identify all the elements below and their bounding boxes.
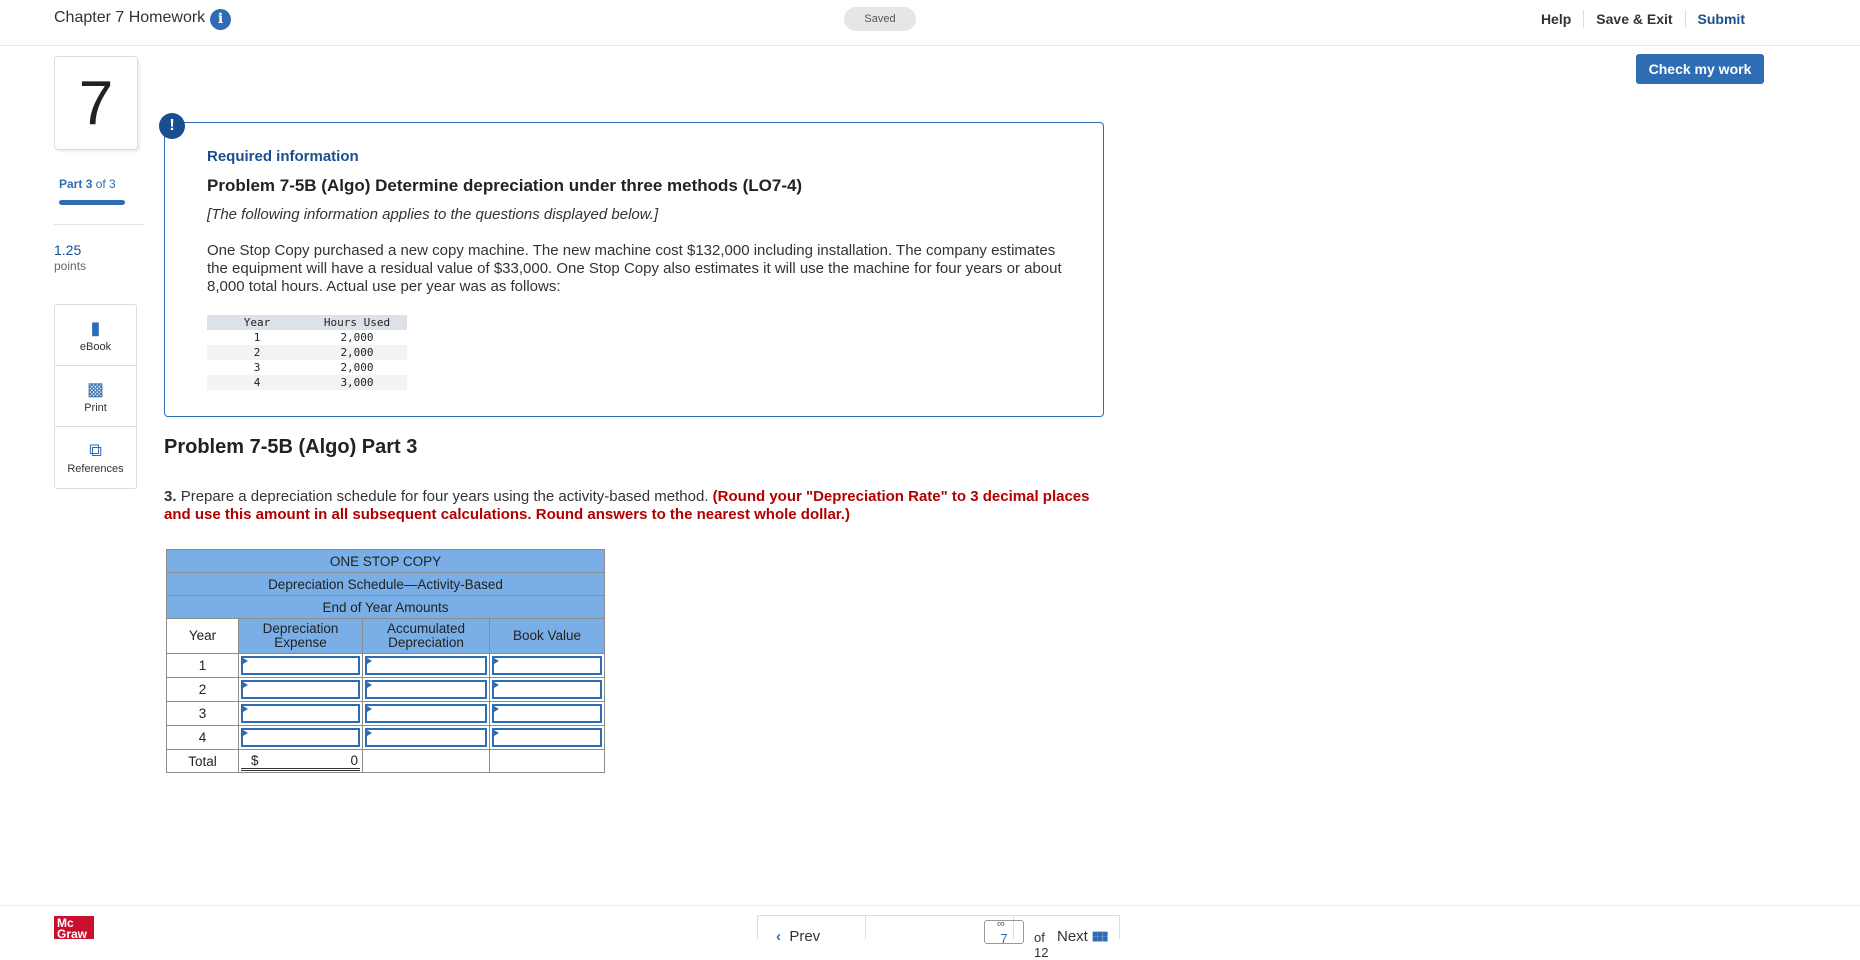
book-value-input[interactable] bbox=[489, 701, 605, 726]
page-total: of 12 bbox=[1034, 930, 1049, 960]
points-value: 1.25 bbox=[54, 242, 82, 258]
hours-used-table: Year Hours Used 1 2,000 2 2,000 3 2,000 … bbox=[207, 315, 407, 390]
references-button[interactable]: ⧉ References bbox=[55, 427, 136, 488]
depreciation-expense-input[interactable] bbox=[238, 653, 363, 678]
top-bar: Chapter 7 Homework i Saved Help Save & E… bbox=[0, 0, 1860, 46]
table-row: 3 2,000 bbox=[207, 360, 407, 375]
table-row: 3 bbox=[166, 701, 605, 726]
copy-icon: ⧉ bbox=[89, 440, 102, 460]
accumulated-depreciation-input[interactable] bbox=[362, 677, 490, 702]
chevron-left-icon: ‹ bbox=[776, 928, 781, 945]
save-exit-link[interactable]: Save & Exit bbox=[1584, 11, 1684, 27]
empty-cell bbox=[489, 749, 605, 773]
table-row: 2 bbox=[166, 677, 605, 702]
problem-title: Problem 7-5B (Algo) Determine depreciati… bbox=[207, 176, 803, 195]
page-selector: ∞ 7 of 12 ■■■ ■■■ bbox=[865, 916, 1108, 960]
instruction-number: 3. bbox=[164, 488, 177, 505]
references-label: References bbox=[67, 463, 124, 475]
part-title: Problem 7-5B (Algo) Part 3 bbox=[164, 436, 418, 458]
schedule-period: End of Year Amounts bbox=[166, 595, 605, 619]
instructions: 3. Prepare a depreciation schedule for f… bbox=[164, 488, 1094, 524]
table-row: 1 2,000 bbox=[207, 330, 407, 345]
col-header-accumulated-depreciation: Accumulated Depreciation bbox=[362, 618, 490, 654]
assignment-title: Chapter 7 Homework bbox=[54, 9, 206, 26]
part-total: of 3 bbox=[95, 177, 116, 191]
check-my-work-button[interactable]: Check my work bbox=[1636, 54, 1764, 84]
submit-link[interactable]: Submit bbox=[1686, 11, 1757, 27]
alert-icon: ! bbox=[159, 113, 185, 139]
hours-value: 2,000 bbox=[307, 345, 407, 360]
printer-icon: ▩ bbox=[86, 379, 104, 399]
table-row: 4 bbox=[166, 725, 605, 750]
col-header-depreciation-expense: Depreciation Expense bbox=[238, 618, 363, 654]
divider bbox=[54, 224, 144, 225]
hours-year: 3 bbox=[253, 361, 261, 374]
question-navigation: ‹ Prev ∞ 7 of 12 ■■■ ■■■ Next › bbox=[757, 915, 1120, 960]
table-row: 4 3,000 bbox=[207, 375, 407, 390]
prev-button[interactable]: ‹ Prev bbox=[758, 916, 865, 945]
depreciation-expense-input[interactable] bbox=[238, 701, 363, 726]
col-header-year: Year bbox=[166, 618, 239, 654]
depreciation-schedule-table: ONE STOP COPY Depreciation Schedule—Acti… bbox=[166, 549, 605, 773]
prev-label: Prev bbox=[789, 928, 821, 945]
print-button[interactable]: ▩ Print bbox=[55, 366, 136, 427]
part-current: 3 bbox=[85, 177, 93, 191]
part-prefix: Part bbox=[59, 177, 83, 191]
total-currency: $ bbox=[251, 753, 259, 768]
year-cell: 2 bbox=[166, 677, 239, 702]
hours-header-hours: Hours Used bbox=[307, 315, 407, 330]
year-cell: 3 bbox=[166, 701, 239, 726]
part-progress-bar bbox=[59, 200, 125, 205]
tools-panel: ▮ eBook ▩ Print ⧉ References bbox=[54, 304, 137, 489]
table-row: 1 bbox=[166, 653, 605, 678]
book-value-input[interactable] bbox=[489, 653, 605, 678]
help-link[interactable]: Help bbox=[1529, 11, 1583, 27]
page-number-box[interactable]: ∞ 7 bbox=[984, 918, 1024, 946]
problem-note: [The following information applies to th… bbox=[207, 206, 659, 223]
logo-line-2: Graw bbox=[57, 927, 88, 939]
schedule-subtitle: Depreciation Schedule—Activity-Based bbox=[166, 572, 605, 596]
problem-description: One Stop Copy purchased a new copy machi… bbox=[207, 242, 1062, 295]
next-label: Next bbox=[1057, 928, 1088, 945]
print-label: Print bbox=[84, 402, 107, 414]
mcgraw-hill-logo: Mc Graw bbox=[54, 916, 94, 939]
table-row: Total $ 0 bbox=[166, 749, 605, 773]
top-links: Help Save & Exit Submit bbox=[1529, 10, 1757, 28]
year-cell: 4 bbox=[166, 725, 239, 750]
empty-cell bbox=[362, 749, 490, 773]
question-number: 7 bbox=[54, 56, 138, 150]
table-row: 2 2,000 bbox=[207, 345, 407, 360]
ebook-button[interactable]: ▮ eBook bbox=[55, 305, 136, 366]
book-value-input[interactable] bbox=[489, 725, 605, 750]
hours-year: 2 bbox=[207, 345, 307, 360]
total-label: Total bbox=[166, 749, 239, 773]
hours-value: 3,000 bbox=[307, 375, 407, 390]
year-cell: 1 bbox=[166, 653, 239, 678]
depreciation-expense-input[interactable] bbox=[238, 725, 363, 750]
hours-header-year: Year bbox=[207, 315, 307, 330]
saved-status-badge: Saved bbox=[844, 7, 916, 31]
schedule-company: ONE STOP COPY bbox=[166, 549, 605, 573]
ebook-label: eBook bbox=[79, 341, 112, 353]
accumulated-depreciation-input[interactable] bbox=[362, 725, 490, 750]
total-value: 0 bbox=[350, 753, 358, 768]
total-depreciation-cell: $ 0 bbox=[238, 749, 363, 773]
depreciation-expense-input[interactable] bbox=[238, 677, 363, 702]
col-header-book-value: Book Value bbox=[489, 618, 605, 654]
accumulated-depreciation-input[interactable] bbox=[362, 653, 490, 678]
grid-icon[interactable]: ■■■ ■■■ bbox=[1092, 930, 1110, 945]
points-label: points bbox=[54, 259, 87, 273]
link-icon: ∞ bbox=[997, 918, 1005, 930]
accumulated-depreciation-input[interactable] bbox=[362, 701, 490, 726]
info-icon[interactable]: i bbox=[210, 9, 231, 30]
part-indicator: Part 3 of 3 bbox=[59, 177, 116, 191]
instruction-text: Prepare a depreciation schedule for four… bbox=[180, 488, 709, 505]
book-icon: ▮ bbox=[90, 318, 101, 338]
hours-year: 1 bbox=[253, 331, 261, 344]
hours-value: 2,000 bbox=[340, 331, 374, 344]
required-info-heading: Required information bbox=[207, 148, 359, 165]
hours-value: 2,000 bbox=[340, 361, 374, 374]
book-value-input[interactable] bbox=[489, 677, 605, 702]
hours-year: 4 bbox=[207, 375, 307, 390]
